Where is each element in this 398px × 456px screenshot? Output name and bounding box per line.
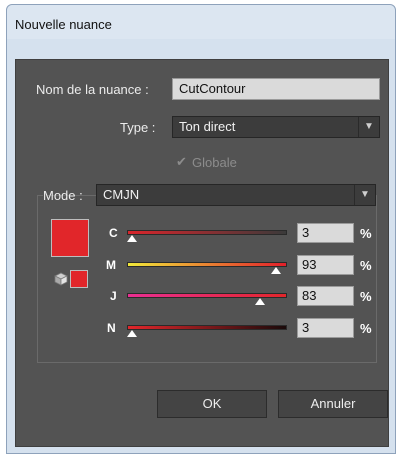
cyan-value-input[interactable]: 3 xyxy=(297,223,354,243)
black-value-input[interactable]: 3 xyxy=(297,318,354,338)
yellow-value-input[interactable]: 83 xyxy=(297,286,354,306)
title-bar[interactable]: Nouvelle nuance xyxy=(7,5,395,39)
mode-dropdown[interactable]: CMJN ▼ xyxy=(96,184,376,206)
new-swatch-dialog: Nouvelle nuance Nom de la nuance : CutCo… xyxy=(6,4,396,454)
magenta-value: 93 xyxy=(302,257,317,272)
out-of-web-gamut-cube-icon[interactable] xyxy=(54,272,68,286)
magenta-slider-thumb[interactable] xyxy=(270,267,281,274)
yellow-percent-label: % xyxy=(360,289,372,304)
black-slider-track xyxy=(127,325,287,330)
checkmark-icon: ✔ xyxy=(176,154,187,169)
global-label: Globale xyxy=(192,155,237,170)
black-value: 3 xyxy=(302,320,310,335)
magenta-slider-track xyxy=(127,262,287,267)
black-slider-thumb[interactable] xyxy=(126,330,137,337)
magenta-value-input[interactable]: 93 xyxy=(297,255,354,275)
cyan-slider-thumb[interactable] xyxy=(126,235,137,242)
mode-value: CMJN xyxy=(103,187,140,202)
chevron-down-icon: ▼ xyxy=(358,117,379,137)
black-slider[interactable] xyxy=(126,321,287,337)
chevron-down-icon: ▼ xyxy=(354,185,375,205)
cyan-value: 3 xyxy=(302,225,310,240)
yellow-label: J xyxy=(110,289,117,303)
magenta-label: M xyxy=(106,258,116,272)
yellow-slider-thumb[interactable] xyxy=(254,298,265,305)
yellow-slider[interactable] xyxy=(127,289,287,305)
magenta-percent-label: % xyxy=(360,258,372,273)
cyan-slider-track xyxy=(127,230,287,235)
magenta-slider[interactable] xyxy=(127,258,287,274)
cyan-label: C xyxy=(109,226,118,240)
swatch-name-value: CutContour xyxy=(179,81,246,96)
cyan-slider[interactable] xyxy=(126,226,287,242)
black-label: N xyxy=(107,321,116,335)
ok-button[interactable]: OK xyxy=(157,390,267,418)
swatch-name-label: Nom de la nuance : xyxy=(36,82,149,97)
swatch-name-input[interactable]: CutContour xyxy=(172,78,380,100)
black-percent-label: % xyxy=(360,321,372,336)
cancel-button[interactable]: Annuler xyxy=(278,390,388,418)
type-dropdown[interactable]: Ton direct ▼ xyxy=(172,116,380,138)
mode-header: Mode : xyxy=(43,184,83,206)
cyan-percent-label: % xyxy=(360,226,372,241)
web-safe-color-swatch[interactable] xyxy=(70,270,88,288)
yellow-value: 83 xyxy=(302,288,317,303)
dialog-title: Nouvelle nuance xyxy=(15,17,112,32)
mode-label: Mode : xyxy=(43,188,83,203)
dialog-body: Nom de la nuance : CutContour Type : Ton… xyxy=(15,59,389,447)
type-value: Ton direct xyxy=(179,119,236,134)
color-preview-swatch xyxy=(51,219,89,257)
type-label: Type : xyxy=(120,120,156,135)
